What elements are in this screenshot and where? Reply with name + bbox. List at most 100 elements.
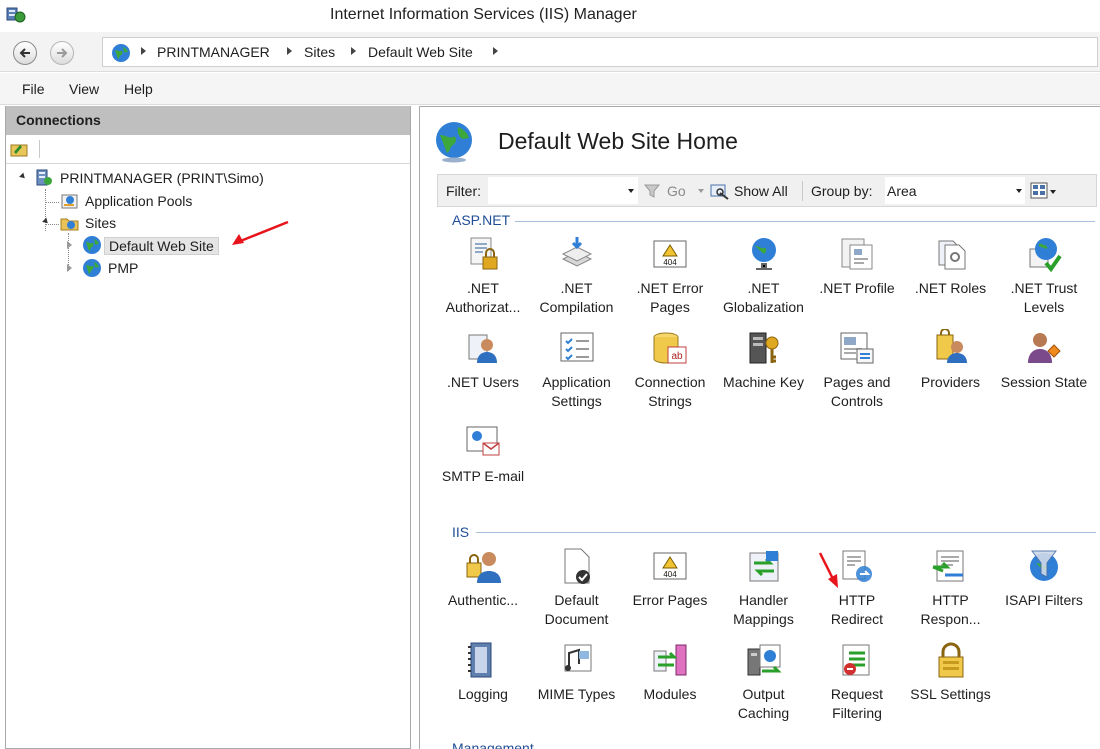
feature-net-globalization[interactable]: .NET Globalization xyxy=(718,235,810,323)
tree-label-pmp: PMP xyxy=(108,260,139,276)
connections-pane: Connections PRINTMANAGER (PRINT\Simo) Ap… xyxy=(5,106,411,749)
red-arrow-annotation xyxy=(232,220,289,245)
feature-isapi-filters[interactable]: ISAPI Filters xyxy=(998,547,1090,635)
feature-authentication[interactable]: Authentic... xyxy=(437,547,529,635)
feature-smtp-email[interactable]: SMTP E-mail xyxy=(437,423,529,511)
toolbar-separator xyxy=(39,140,40,158)
pages-and-controls-icon xyxy=(840,332,874,364)
connections-header: Connections xyxy=(6,106,410,135)
expander-closed-icon[interactable] xyxy=(67,241,72,249)
feature-default-document[interactable]: Default Document xyxy=(531,547,623,635)
feature-label: Request Filtering xyxy=(830,686,884,721)
session-state-icon xyxy=(1028,333,1061,363)
feature-label: .NET Error Pages xyxy=(636,280,704,315)
back-button[interactable] xyxy=(13,41,37,65)
connect-icon[interactable] xyxy=(10,140,30,158)
group-by-label: Group by: xyxy=(811,183,873,199)
toolbar-separator xyxy=(802,181,803,201)
feature-net-compilation[interactable]: .NET Compilation xyxy=(531,235,623,323)
feature-label: HTTP Redirect xyxy=(830,592,884,627)
tree-node-server[interactable]: PRINTMANAGER (PRINT\Simo) xyxy=(16,168,316,188)
application-pools-icon xyxy=(61,194,78,209)
globe-icon xyxy=(83,259,101,277)
logging-icon xyxy=(468,642,492,678)
feature-label: ISAPI Filters xyxy=(1005,592,1083,608)
feature-machine-key[interactable]: Machine Key xyxy=(718,329,810,417)
globe-icon xyxy=(83,236,101,254)
feature-session-state[interactable]: Session State xyxy=(998,329,1090,417)
breadcrumb-printmanager[interactable]: PRINTMANAGER xyxy=(157,44,270,60)
feature-label: Application Settings xyxy=(542,374,611,409)
feature-application-settings[interactable]: Application Settings xyxy=(531,329,623,417)
section-divider xyxy=(476,532,1096,533)
feature-providers[interactable]: Providers xyxy=(905,329,997,417)
feature-handler-mappings[interactable]: Handler Mappings xyxy=(718,547,810,635)
menu-bar: File View Help xyxy=(0,73,1100,105)
application-settings-icon xyxy=(560,332,593,362)
menu-help[interactable]: Help xyxy=(124,81,153,97)
feature-http-response-headers[interactable]: HTTP Respon... xyxy=(905,547,997,635)
svg-text:404: 404 xyxy=(663,258,677,267)
section-iis: IIS xyxy=(452,524,470,540)
net-authorization-icon xyxy=(470,237,498,270)
feature-label: Logging xyxy=(458,686,508,702)
svg-text:ab: ab xyxy=(671,351,683,362)
http-redirect-icon xyxy=(842,550,872,582)
feature-label: .NET Profile xyxy=(819,280,895,296)
feature-label: .NET Users xyxy=(446,374,520,390)
feature-label: Providers xyxy=(920,374,981,390)
net-globalization-icon xyxy=(751,238,776,270)
sites-folder-icon xyxy=(60,218,79,231)
feature-net-profile[interactable]: .NET Profile xyxy=(811,235,903,323)
feature-net-trust-levels[interactable]: .NET Trust Levels xyxy=(998,235,1090,323)
feature-modules[interactable]: Modules xyxy=(624,641,716,729)
feature-http-redirect[interactable]: HTTP Redirect xyxy=(811,547,903,635)
go-button[interactable]: Go xyxy=(667,183,686,199)
tree-label-sites: Sites xyxy=(85,215,117,231)
feature-label: Handler Mappings xyxy=(733,592,794,627)
breadcrumb-separator xyxy=(351,47,356,55)
breadcrumb-sites[interactable]: Sites xyxy=(304,44,335,60)
feature-label: Session State xyxy=(1000,374,1088,390)
forward-button[interactable] xyxy=(50,41,74,65)
breadcrumb-separator[interactable] xyxy=(493,47,498,55)
tree-node-app-pools[interactable]: Application Pools xyxy=(16,191,316,211)
show-all-button[interactable]: Show All xyxy=(734,183,788,199)
feature-output-caching[interactable]: Output Caching xyxy=(718,641,810,729)
feature-ssl-settings[interactable]: SSL Settings xyxy=(905,641,997,729)
feature-request-filtering[interactable]: Request Filtering xyxy=(811,641,903,729)
chevron-down-icon[interactable] xyxy=(698,189,704,193)
section-management: Management xyxy=(452,740,534,749)
authentication-icon xyxy=(466,552,501,583)
feature-net-roles[interactable]: .NET Roles xyxy=(905,235,997,323)
breadcrumb-separator xyxy=(141,47,146,55)
http-response-headers-icon xyxy=(931,550,963,582)
expander-open-icon[interactable] xyxy=(42,217,50,226)
feature-pages-and-controls[interactable]: Pages and Controls xyxy=(811,329,903,417)
expander-closed-icon[interactable] xyxy=(67,264,72,272)
expander-open-icon[interactable] xyxy=(19,172,27,181)
chevron-down-icon[interactable] xyxy=(1016,189,1022,193)
address-bar[interactable]: PRINTMANAGER Sites Default Web Site xyxy=(102,37,1098,67)
feature-net-users[interactable]: .NET Users xyxy=(437,329,529,417)
feature-label: .NET Globalization xyxy=(723,280,804,315)
view-mode-icon[interactable] xyxy=(1030,182,1058,200)
address-row: PRINTMANAGER Sites Default Web Site xyxy=(0,32,1100,72)
feature-net-error-pages[interactable]: 404 .NET Error Pages xyxy=(624,235,716,323)
error-pages-icon: 404 xyxy=(653,552,687,580)
feature-connection-strings[interactable]: ab Connection Strings xyxy=(624,329,716,417)
menu-view[interactable]: View xyxy=(69,81,99,97)
chevron-down-icon[interactable] xyxy=(628,189,634,193)
group-by-select[interactable]: Area xyxy=(885,177,1025,204)
breadcrumb-default-web-site[interactable]: Default Web Site xyxy=(368,44,473,60)
feature-net-authorization[interactable]: .NET Authorizat... xyxy=(437,235,529,323)
svg-text:404: 404 xyxy=(663,570,677,579)
menu-file[interactable]: File xyxy=(22,81,45,97)
filter-input[interactable] xyxy=(488,177,638,204)
feature-error-pages[interactable]: 404 Error Pages xyxy=(624,547,716,635)
feature-mime-types[interactable]: MIME Types xyxy=(531,641,623,729)
page-header: Default Web Site Home xyxy=(434,121,1094,171)
globe-icon xyxy=(436,122,472,163)
feature-logging[interactable]: Logging xyxy=(437,641,529,729)
tree-node-pmp[interactable]: PMP xyxy=(16,258,316,278)
